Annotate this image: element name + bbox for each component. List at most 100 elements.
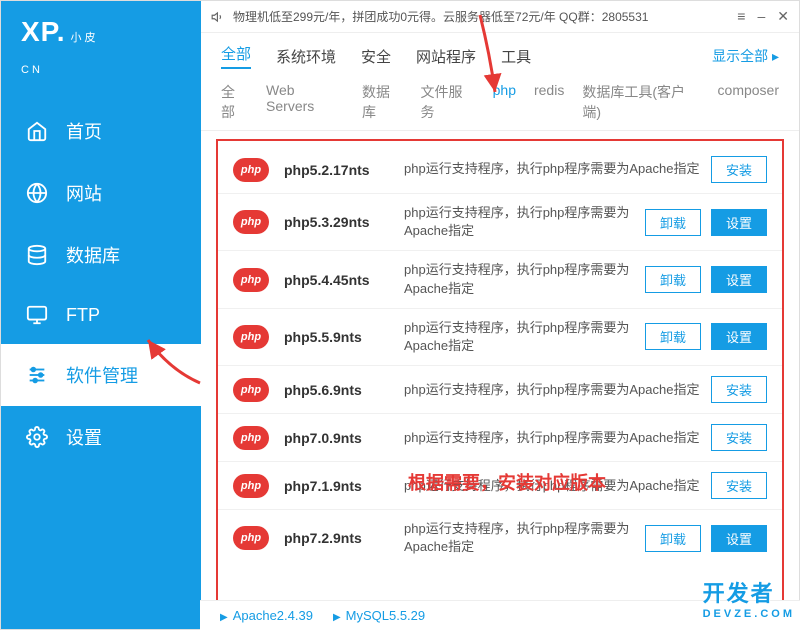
- php-icon: php: [233, 268, 269, 292]
- sidebar-item-label: 网站: [66, 180, 102, 206]
- nav: 首页网站数据库 FTP 软件管理设置: [1, 100, 201, 468]
- subtab-0[interactable]: 全部: [221, 82, 248, 122]
- config-button[interactable]: 设置: [711, 525, 767, 552]
- sidebar-item-database[interactable]: 数据库: [1, 224, 201, 286]
- status-bar: Apache2.4.39 MySQL5.5.29: [200, 600, 800, 630]
- uninstall-button[interactable]: 卸载: [645, 209, 701, 236]
- menu-icon[interactable]: ≡: [737, 8, 745, 25]
- software-desc: php运行支持程序，执行php程序需要为Apache指定: [404, 477, 711, 495]
- sidebar: XP.小皮CN 首页网站数据库 FTP 软件管理设置: [1, 1, 201, 629]
- subtab-3[interactable]: 文件服务: [421, 82, 475, 122]
- action-buttons: 卸载设置: [645, 525, 767, 552]
- logo-main: XP.: [21, 16, 66, 47]
- gear-icon: [26, 426, 48, 448]
- service-mysql[interactable]: MySQL5.5.29: [333, 608, 425, 623]
- sidebar-item-gear[interactable]: 设置: [1, 406, 201, 468]
- php-icon: php: [233, 474, 269, 498]
- software-desc: php运行支持程序，执行php程序需要为Apache指定: [404, 429, 711, 447]
- software-name: php5.5.9nts: [284, 329, 404, 345]
- php-icon: php: [233, 325, 269, 349]
- sidebar-item-label: 设置: [66, 424, 102, 450]
- software-name: php7.0.9nts: [284, 430, 404, 446]
- uninstall-button[interactable]: 卸载: [645, 323, 701, 350]
- config-button[interactable]: 设置: [711, 266, 767, 293]
- sidebar-item-home[interactable]: 首页: [1, 100, 201, 162]
- software-name: php5.4.45nts: [284, 272, 404, 288]
- php-icon: php: [233, 210, 269, 234]
- software-desc: php运行支持程序，执行php程序需要为Apache指定: [404, 160, 711, 178]
- sub-tabs: 全部 Web Servers 数据库文件服务 php redis 数据库工具(客户端) co…: [201, 74, 799, 131]
- tab-4[interactable]: 工具: [501, 46, 531, 67]
- php-icon: php: [233, 426, 269, 450]
- app-window: XP.小皮CN 首页网站数据库FTP软件管理设置 物理机低至299元/年，拼团成…: [0, 0, 800, 630]
- install-button[interactable]: 安装: [711, 472, 767, 499]
- sidebar-item-label: 软件管理: [66, 362, 138, 388]
- action-buttons: 安装: [711, 156, 767, 183]
- sidebar-item-globe[interactable]: 网站: [1, 162, 201, 224]
- software-name: php7.2.9nts: [284, 530, 404, 546]
- software-row: php php7.0.9ntsphp运行支持程序，执行php程序需要为Apache…: [218, 414, 782, 462]
- tab-0[interactable]: 全部: [221, 43, 251, 69]
- software-name: php5.6.9nts: [284, 382, 404, 398]
- sidebar-item-label: 首页: [66, 118, 102, 144]
- software-row: phpphp5.6.9ntsphp运行支持程序，执行php程序需要为Apache…: [218, 366, 782, 414]
- action-buttons: 安装: [711, 376, 767, 403]
- announcement-text: 物理机低至299元/年，拼团成功0元得。云服务器低至72元/年 QQ群：2805…: [233, 8, 648, 25]
- action-buttons: 卸载设置: [645, 266, 767, 293]
- minimize-icon[interactable]: –: [757, 8, 765, 25]
- software-row: php php7.2.9ntsphp运行支持程序，执行php程序需要为Apache…: [218, 510, 782, 566]
- service-apache[interactable]: Apache2.4.39: [220, 608, 313, 623]
- sidebar-item-sliders[interactable]: 软件管理: [1, 344, 201, 406]
- show-all-button[interactable]: 显示全部 ▸: [712, 46, 779, 66]
- main-panel: 物理机低至299元/年，拼团成功0元得。云服务器低至72元/年 QQ群：2805…: [201, 1, 799, 629]
- install-button[interactable]: 安装: [711, 424, 767, 451]
- subtab-5[interactable]: redis: [534, 82, 564, 122]
- software-row: phpphp5.4.45ntsphp运行支持程序，执行php程序需要为Apach…: [218, 251, 782, 308]
- action-buttons: 卸载设置: [645, 209, 767, 236]
- subtab-7[interactable]: composer: [718, 82, 779, 122]
- sidebar-item-monitor[interactable]: FTP: [1, 286, 201, 344]
- logo: XP.小皮CN: [1, 1, 201, 100]
- topbar: 物理机低至299元/年，拼团成功0元得。云服务器低至72元/年 QQ群：2805…: [201, 1, 799, 33]
- sliders-icon: [26, 364, 48, 386]
- subtab-4[interactable]: php: [493, 82, 516, 122]
- install-button[interactable]: 安装: [711, 376, 767, 403]
- software-list: phpphp5.2.17ntsphp运行支持程序，执行php程序需要为Apach…: [216, 139, 784, 621]
- uninstall-button[interactable]: 卸载: [645, 266, 701, 293]
- software-name: php5.3.29nts: [284, 214, 404, 230]
- database-icon: [26, 244, 48, 266]
- main-tabs: 全部 系统环境 安全 网站程序 工具 显示全部 ▸: [201, 33, 799, 74]
- speaker-icon: [211, 10, 225, 24]
- subtab-2[interactable]: 数据库: [362, 82, 403, 122]
- config-button[interactable]: 设置: [711, 209, 767, 236]
- action-buttons: 安装: [711, 472, 767, 499]
- php-icon: php: [233, 158, 269, 182]
- tab-1[interactable]: 系统环境: [276, 46, 336, 67]
- software-row: php php5.3.29ntsphp运行支持程序，执行php程序需要为Apach…: [218, 194, 782, 251]
- software-name: php5.2.17nts: [284, 162, 404, 178]
- subtab-6[interactable]: 数据库工具(客户端): [582, 82, 699, 122]
- software-row: php php7.1.9ntsphp运行支持程序，执行php程序需要为Apache…: [218, 462, 782, 510]
- config-button[interactable]: 设置: [711, 323, 767, 350]
- software-desc: php运行支持程序，执行php程序需要为Apache指定: [404, 520, 645, 556]
- software-desc: php运行支持程序，执行php程序需要为Apache指定: [404, 204, 645, 240]
- software-desc: php运行支持程序，执行php程序需要为Apache指定: [404, 319, 645, 355]
- sidebar-item-label: 数据库: [66, 242, 120, 268]
- window-controls: ≡ – ✕: [737, 8, 789, 25]
- home-icon: [26, 120, 48, 142]
- php-icon: php: [233, 526, 269, 550]
- subtab-1[interactable]: Web Servers: [266, 82, 344, 122]
- tab-3[interactable]: 网站程序: [416, 46, 476, 67]
- uninstall-button[interactable]: 卸载: [645, 525, 701, 552]
- close-icon[interactable]: ✕: [777, 8, 789, 25]
- software-row: php php5.5.9ntsphp运行支持程序，执行php程序需要为Apache…: [218, 309, 782, 366]
- announcement: 物理机低至299元/年，拼团成功0元得。云服务器低至72元/年 QQ群：2805…: [211, 8, 737, 25]
- install-button[interactable]: 安装: [711, 156, 767, 183]
- sidebar-item-label: FTP: [66, 305, 100, 326]
- software-name: php7.1.9nts: [284, 478, 404, 494]
- globe-icon: [26, 182, 48, 204]
- monitor-icon: [26, 304, 48, 326]
- tab-2[interactable]: 安全: [361, 46, 391, 67]
- action-buttons: 卸载设置: [645, 323, 767, 350]
- software-desc: php运行支持程序，执行php程序需要为Apache指定: [404, 381, 711, 399]
